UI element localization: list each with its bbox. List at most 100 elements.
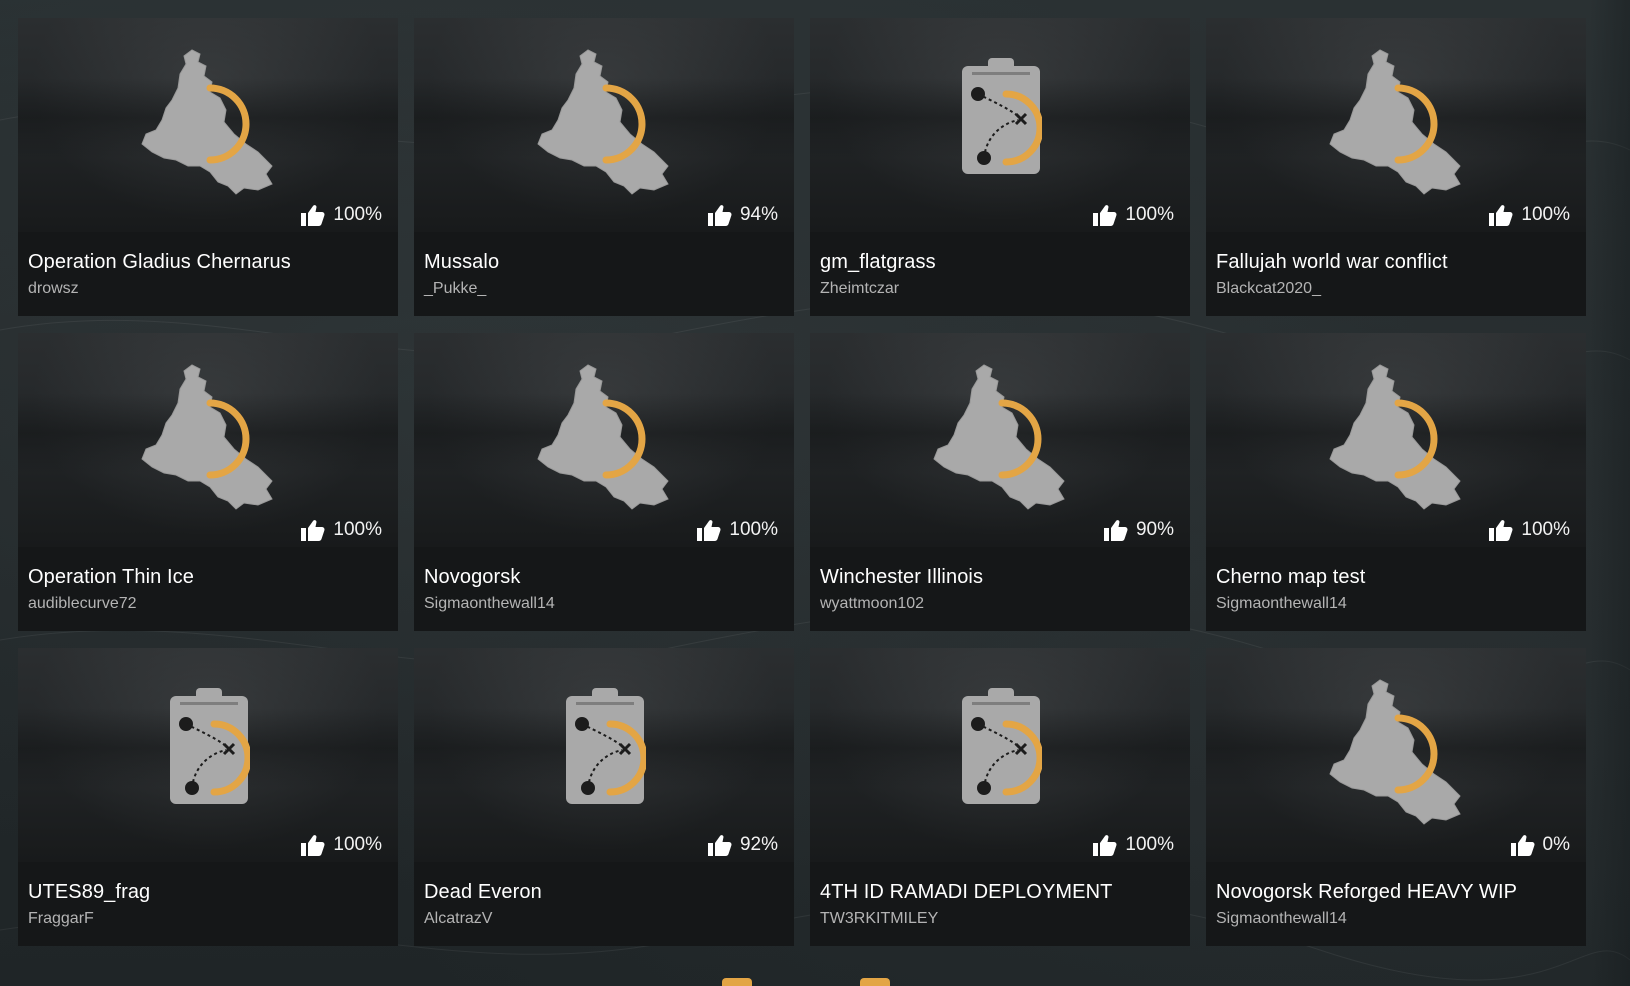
- scenario-title: Novogorsk: [424, 566, 521, 588]
- scenario-card[interactable]: 92% Dead Everon AlcatrazV: [414, 648, 794, 946]
- rating-badge: 100%: [1093, 832, 1174, 858]
- scenario-author: Blackcat2020_: [1216, 280, 1321, 297]
- scenario-title: UTES89_frag: [28, 881, 151, 903]
- scenario-author: AlcatrazV: [424, 910, 493, 927]
- scenario-card[interactable]: 100% Operation Gladius Chernarus drowsz: [18, 18, 398, 316]
- map-region-icon: [1328, 363, 1468, 513]
- scenario-thumbnail: [18, 333, 398, 547]
- scenario-card[interactable]: 100% 4TH ID RAMADI DEPLOYMENT TW3RKITMIL…: [810, 648, 1190, 946]
- rating-badge: 92%: [707, 832, 778, 858]
- map-region-icon: [1328, 48, 1468, 198]
- clipboard-plan-icon: [564, 688, 648, 806]
- scenario-title: 4TH ID RAMADI DEPLOYMENT: [820, 881, 1113, 903]
- clipboard-plan-icon: [960, 688, 1044, 806]
- rating-value: 100%: [1125, 204, 1174, 225]
- thumbs-up-icon: [301, 204, 325, 226]
- rating-value: 90%: [1135, 519, 1174, 540]
- rating-badge: 100%: [301, 202, 382, 228]
- scenario-title: Cherno map test: [1216, 566, 1366, 588]
- scenario-author: wyattmoon102: [820, 595, 925, 612]
- scenario-card[interactable]: 100% Cherno map test Sigmaonthewall14: [1206, 333, 1586, 631]
- map-region-icon: [140, 48, 280, 198]
- scenario-thumbnail: [414, 648, 794, 862]
- scenario-author: TW3RKITMILEY: [820, 910, 939, 927]
- scenario-card[interactable]: 100% Fallujah world war conflict Blackca…: [1206, 18, 1586, 316]
- scenario-card[interactable]: 94% Mussalo _Pukke_: [414, 18, 794, 316]
- scenario-author: drowsz: [28, 280, 79, 297]
- rating-value: 100%: [1125, 834, 1174, 855]
- map-region-icon: [1328, 678, 1468, 828]
- scenario-thumbnail: [1206, 648, 1586, 862]
- scenario-browser: 100% Operation Gladius Chernarus drowsz …: [0, 0, 1630, 986]
- rating-value: 92%: [739, 834, 778, 855]
- rating-badge: 100%: [301, 832, 382, 858]
- rating-value: 100%: [729, 519, 778, 540]
- scenario-grid: 100% Operation Gladius Chernarus drowsz …: [18, 18, 1586, 946]
- map-region-icon: [536, 48, 676, 198]
- scenario-thumbnail: [414, 333, 794, 547]
- scenario-card[interactable]: 100% Novogorsk Sigmaonthewall14: [414, 333, 794, 631]
- thumbs-up-icon: [1093, 834, 1117, 856]
- rating-badge: 100%: [697, 517, 778, 543]
- scenario-author: FraggarF: [28, 910, 94, 927]
- scenario-title: Winchester Illinois: [820, 566, 984, 588]
- scenario-author: Sigmaonthewall14: [424, 595, 555, 612]
- map-region-icon: [932, 363, 1072, 513]
- scenario-card[interactable]: 90% Winchester Illinois wyattmoon102: [810, 333, 1190, 631]
- scenario-title: Novogorsk Reforged HEAVY WIP: [1216, 881, 1518, 903]
- scenario-thumbnail: [18, 648, 398, 862]
- scenario-card[interactable]: 100% Operation Thin Ice audiblecurve72: [18, 333, 398, 631]
- thumbs-up-icon: [1489, 204, 1513, 226]
- thumbs-up-icon: [707, 834, 732, 856]
- clipboard-plan-icon: [960, 58, 1044, 176]
- scenario-thumbnail: [18, 18, 398, 232]
- scenario-title: Dead Everon: [424, 881, 542, 903]
- rating-badge: 100%: [1093, 202, 1174, 228]
- thumbs-up-icon: [1103, 519, 1128, 541]
- scenario-author: Sigmaonthewall14: [1216, 595, 1347, 612]
- clipboard-plan-icon: [168, 688, 252, 806]
- scenario-author: _Pukke_: [424, 280, 487, 297]
- thumbs-up-icon: [707, 204, 732, 226]
- scenario-thumbnail: [1206, 333, 1586, 547]
- rating-badge: 100%: [1489, 202, 1570, 228]
- scenario-thumbnail: [414, 18, 794, 232]
- thumbs-up-icon: [1510, 834, 1535, 856]
- scenario-card[interactable]: 100% gm_flatgrass Zheimtczar: [810, 18, 1190, 316]
- map-region-icon: [140, 363, 280, 513]
- thumbs-up-icon: [301, 519, 325, 541]
- page-indicator-right[interactable]: [860, 978, 890, 986]
- scenario-title: Operation Gladius Chernarus: [28, 251, 291, 273]
- scenario-author: Zheimtczar: [820, 280, 900, 297]
- rating-value: 100%: [333, 834, 382, 855]
- thumbs-up-icon: [1093, 204, 1117, 226]
- right-edge-shade: [1590, 0, 1630, 986]
- rating-value: 100%: [333, 519, 382, 540]
- scenario-card[interactable]: 0% Novogorsk Reforged HEAVY WIP Sigmaont…: [1206, 648, 1586, 946]
- rating-value: 100%: [333, 204, 382, 225]
- scenario-title: Fallujah world war conflict: [1216, 251, 1448, 273]
- scenario-thumbnail: [810, 333, 1190, 547]
- scenario-title: gm_flatgrass: [820, 251, 936, 273]
- rating-badge: 94%: [707, 202, 778, 228]
- scenario-card[interactable]: 100% UTES89_frag FraggarF: [18, 648, 398, 946]
- map-region-icon: [536, 363, 676, 513]
- rating-value: 94%: [739, 204, 778, 225]
- scenario-author: Sigmaonthewall14: [1216, 910, 1347, 927]
- rating-badge: 90%: [1103, 517, 1174, 543]
- thumbs-up-icon: [301, 834, 325, 856]
- rating-value: 100%: [1521, 519, 1570, 540]
- thumbs-up-icon: [1489, 519, 1513, 541]
- scenario-author: audiblecurve72: [28, 595, 137, 612]
- rating-badge: 100%: [301, 517, 382, 543]
- scenario-title: Mussalo: [424, 251, 500, 273]
- rating-badge: 100%: [1489, 517, 1570, 543]
- rating-value: 100%: [1521, 204, 1570, 225]
- rating-badge: 0%: [1510, 832, 1570, 858]
- scenario-title: Operation Thin Ice: [28, 566, 194, 588]
- scenario-thumbnail: [810, 18, 1190, 232]
- scenario-thumbnail: [810, 648, 1190, 862]
- scenario-thumbnail: [1206, 18, 1586, 232]
- rating-value: 0%: [1542, 834, 1570, 855]
- page-indicator-left[interactable]: [722, 978, 752, 986]
